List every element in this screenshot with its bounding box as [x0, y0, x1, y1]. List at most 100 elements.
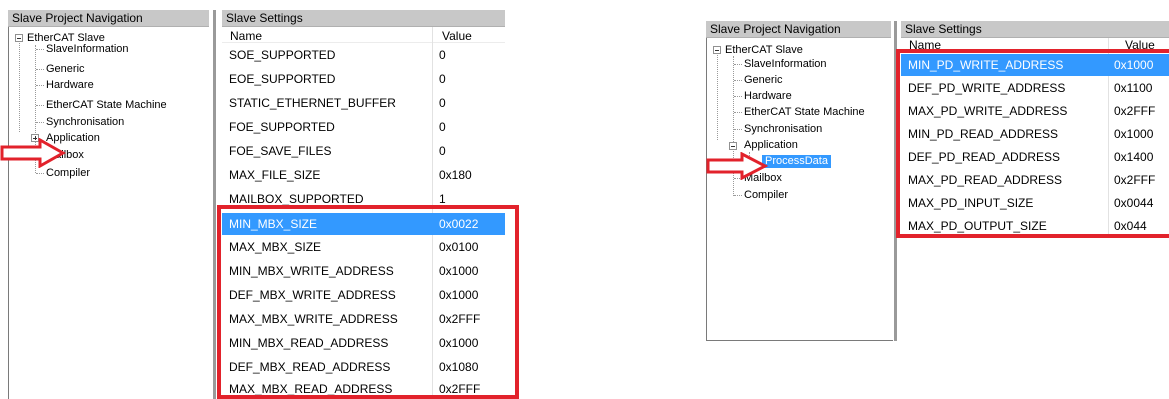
setting-value[interactable]: 0 [439, 48, 446, 62]
setting-value[interactable]: 0x2FFF [1114, 173, 1155, 187]
setting-name: MIN_MBX_SIZE [229, 217, 318, 231]
right-settings-title: Slave Settings [901, 21, 1169, 38]
setting-name: MAX_PD_OUTPUT_SIZE [908, 219, 1047, 233]
tree-item-compiler[interactable]: Compiler [46, 167, 90, 180]
setting-name: MIN_PD_WRITE_ADDRESS [908, 58, 1064, 72]
left-nav-title: Slave Project Navigation [8, 10, 209, 27]
setting-value[interactable]: 0x0022 [439, 217, 478, 231]
setting-value[interactable]: 0x1100 [1114, 81, 1152, 95]
collapse-icon[interactable] [713, 46, 721, 54]
table-row-selected[interactable]: MIN_MBX_SIZE 0x0022 [222, 213, 505, 235]
tree-item-application[interactable]: Application [744, 139, 798, 152]
setting-name: DEF_MBX_READ_ADDRESS [229, 360, 391, 374]
collapse-icon[interactable] [15, 34, 23, 42]
left-splitter[interactable] [213, 10, 216, 399]
table-row[interactable]: MIN_MBX_READ_ADDRESS 0x1000 [222, 331, 505, 355]
tree-item-hardware[interactable]: Hardware [744, 90, 792, 103]
table-row[interactable]: FOE_SUPPORTED 0 [222, 115, 505, 139]
table-row[interactable]: MAILBOX_SUPPORTED 1 [222, 187, 505, 211]
tree-line [36, 85, 44, 86]
table-row[interactable]: MAX_PD_OUTPUT_SIZE 0x044 [901, 214, 1169, 237]
collapse-icon[interactable] [729, 142, 737, 150]
pointer-arrow-icon [706, 152, 768, 180]
tree-item-synchronisation[interactable]: Synchronisation [744, 123, 822, 136]
table-row[interactable]: MAX_FILE_SIZE 0x180 [222, 163, 505, 187]
setting-value[interactable]: 0x044 [1114, 219, 1147, 233]
left-settings-title: Slave Settings [222, 10, 505, 27]
setting-value[interactable]: 0x0100 [439, 240, 478, 254]
right-rows: MIN_PD_WRITE_ADDRESS 0x1000 DEF_PD_WRITE_… [901, 54, 1169, 254]
table-row[interactable]: DEF_MBX_READ_ADDRESS 0x1080 [222, 355, 505, 379]
table-row[interactable]: DEF_PD_READ_ADDRESS 0x1400 [901, 145, 1169, 168]
table-row-selected[interactable]: MIN_PD_WRITE_ADDRESS 0x1000 [901, 54, 1169, 76]
tree-line [734, 129, 742, 130]
setting-value[interactable]: 0x1000 [439, 288, 478, 302]
column-header-value[interactable]: Value [442, 29, 472, 43]
table-row[interactable]: MAX_MBX_WRITE_ADDRESS 0x2FFF [222, 307, 505, 331]
tree-item-generic[interactable]: Generic [46, 63, 85, 76]
table-row[interactable]: MAX_MBX_READ_ADDRESS 0x2FFF [222, 379, 505, 399]
setting-value[interactable]: 0x0044 [1114, 196, 1153, 210]
right-settings-table: Name Value MIN_PD_WRITE_ADDRESS 0x1000 DE… [901, 38, 1169, 341]
setting-value[interactable]: 0x2FFF [1114, 104, 1155, 118]
table-row[interactable]: DEF_PD_WRITE_ADDRESS 0x1100 [901, 76, 1169, 99]
table-row[interactable]: EOE_SUPPORTED 0 [222, 67, 505, 91]
setting-value[interactable]: 0x1000 [1114, 58, 1153, 72]
table-row[interactable]: FOE_SAVE_FILES 0 [222, 139, 505, 163]
tree-item-compiler[interactable]: Compiler [744, 189, 788, 202]
table-row[interactable]: MAX_MBX_SIZE 0x0100 [222, 235, 505, 259]
tree-item-processdata[interactable]: ProcessData [762, 155, 831, 168]
setting-value[interactable]: 0x2FFF [439, 382, 480, 396]
setting-value[interactable]: 0 [439, 120, 446, 134]
setting-name: EOE_SUPPORTED [229, 72, 336, 86]
tree-item-ethercat-slave[interactable]: EtherCAT Slave [725, 44, 803, 57]
tree-line [734, 64, 742, 65]
table-row[interactable]: MIN_PD_READ_ADDRESS 0x1000 [901, 122, 1169, 145]
tree-item-state-machine[interactable]: EtherCAT State Machine [46, 99, 167, 112]
tree-line [36, 122, 44, 123]
tree-line [36, 105, 44, 106]
tree-item-hardware[interactable]: Hardware [46, 79, 94, 92]
column-header-value[interactable]: Value [1125, 38, 1155, 52]
setting-value[interactable]: 0x1080 [439, 360, 478, 374]
setting-name: MAX_PD_INPUT_SIZE [908, 196, 1034, 210]
setting-name: MIN_MBX_WRITE_ADDRESS [229, 264, 394, 278]
tree-line [734, 195, 742, 196]
column-header-name[interactable]: Name [230, 29, 262, 43]
tree-item-generic[interactable]: Generic [744, 74, 783, 87]
setting-name: MAILBOX_SUPPORTED [229, 192, 364, 206]
setting-value[interactable]: 0 [439, 96, 446, 110]
table-row[interactable]: MAX_PD_WRITE_ADDRESS 0x2FFF [901, 99, 1169, 122]
setting-value[interactable]: 0x1400 [1114, 150, 1153, 164]
setting-name: MAX_FILE_SIZE [229, 168, 321, 182]
setting-value[interactable]: 0 [439, 72, 446, 86]
right-nav-bottom [706, 340, 893, 341]
tree-item-state-machine[interactable]: EtherCAT State Machine [744, 106, 865, 119]
table-row[interactable]: MAX_PD_READ_ADDRESS 0x2FFF [901, 168, 1169, 191]
setting-name: MIN_PD_READ_ADDRESS [908, 127, 1059, 141]
setting-name: FOE_SAVE_FILES [229, 144, 332, 158]
setting-value[interactable]: 0x180 [439, 168, 472, 182]
setting-value[interactable]: 0x1000 [1114, 127, 1153, 141]
left-screen: Slave Project Navigation EtherCAT Slave … [0, 0, 520, 399]
setting-name: MIN_MBX_READ_ADDRESS [229, 336, 389, 350]
tree-item-slaveinformation[interactable]: SlaveInformation [744, 58, 827, 71]
setting-value[interactable]: 0x1000 [439, 336, 478, 350]
table-row[interactable]: DEF_MBX_WRITE_ADDRESS 0x1000 [222, 283, 505, 307]
table-row[interactable]: STATIC_ETHERNET_BUFFER 0 [222, 91, 505, 115]
tree-line [717, 52, 718, 140]
column-header-name[interactable]: Name [909, 38, 941, 52]
tree-item-synchronisation[interactable]: Synchronisation [46, 116, 124, 129]
setting-value[interactable]: 0x2FFF [439, 312, 480, 326]
right-project-tree: EtherCAT Slave SlaveInformation Generic … [706, 38, 893, 340]
tree-item-slaveinformation[interactable]: SlaveInformation [46, 43, 129, 56]
right-splitter[interactable] [894, 21, 897, 341]
tree-line [36, 173, 44, 174]
table-row[interactable]: SOE_SUPPORTED 0 [222, 43, 505, 67]
setting-value[interactable]: 1 [439, 192, 446, 206]
setting-name: STATIC_ETHERNET_BUFFER [229, 96, 396, 110]
setting-value[interactable]: 0x1000 [439, 264, 478, 278]
setting-value[interactable]: 0 [439, 144, 446, 158]
table-row[interactable]: MIN_MBX_WRITE_ADDRESS 0x1000 [222, 259, 505, 283]
table-row[interactable]: MAX_PD_INPUT_SIZE 0x0044 [901, 191, 1169, 214]
